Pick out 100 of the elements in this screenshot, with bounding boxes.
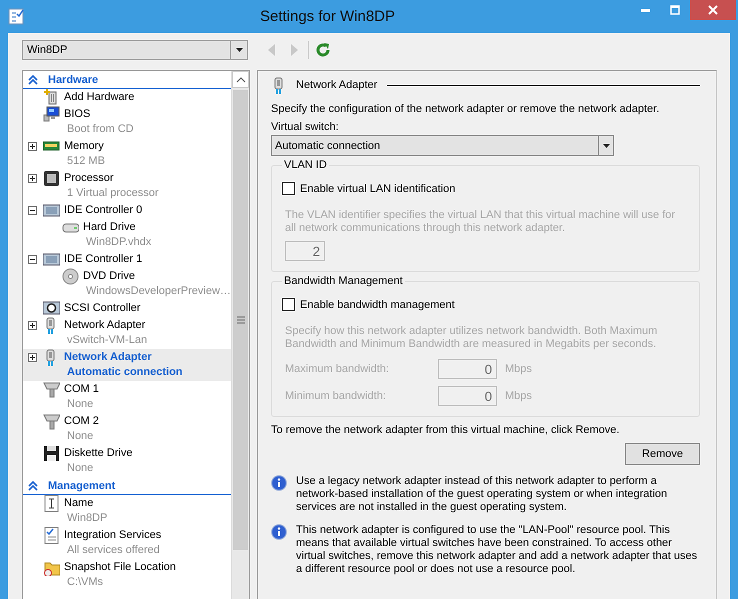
info-text: Use a legacy network adapter instead of this network adapter to perform a network-based installation of the guest operating system or when integration services are not installed in the guest operating system.: [296, 475, 668, 514]
tree-item[interactable]: Processor 1 Virtual processor: [23, 170, 231, 202]
expand-icon[interactable]: [28, 142, 37, 151]
remove-button[interactable]: Remove: [625, 443, 700, 465]
unit-label: Mbps: [505, 390, 532, 402]
vm-selector[interactable]: Win8DP: [22, 40, 248, 60]
item-name: Diskette Drive: [64, 446, 132, 461]
item-name: COM 2: [64, 414, 99, 429]
item-detail: None: [66, 397, 94, 412]
collapse-icon[interactable]: [28, 206, 37, 215]
tree-item[interactable]: Name Win8DP: [23, 495, 231, 527]
maximize-icon: [669, 4, 681, 16]
item-name: SCSI Controller: [64, 301, 140, 316]
tree-item[interactable]: COM 2 None: [23, 413, 231, 445]
tree-item[interactable]: Integration Services All services offered: [23, 527, 231, 559]
serial-port-icon: [43, 381, 60, 398]
scrollbar-thumb[interactable]: [233, 90, 248, 550]
virtual-switch-dropdown[interactable]: Automatic connection: [271, 135, 614, 156]
close-icon: [707, 4, 719, 16]
controller-icon: [43, 251, 60, 268]
checkbox[interactable]: [282, 298, 295, 311]
item-detail: Automatic connection: [66, 365, 183, 380]
tree-item[interactable]: Network Adapter Automatic connection: [23, 349, 231, 381]
item-detail: C:\VMs: [66, 575, 104, 590]
expand-icon[interactable]: [28, 174, 37, 183]
refresh-button[interactable]: [315, 41, 331, 59]
item-detail: WindowsDeveloperPreview…: [85, 284, 231, 299]
item-name: BIOS: [64, 107, 92, 122]
dropdown-arrow-icon: [236, 48, 242, 52]
computer-icon: [43, 106, 60, 123]
scroll-up-button[interactable]: [232, 71, 249, 88]
item-name: Network Adapter: [64, 350, 153, 365]
controller-icon: [43, 300, 60, 317]
item-name: Snapshot File Location: [64, 560, 176, 575]
tree-item[interactable]: IDE Controller 1: [23, 251, 231, 268]
field-label: Virtual switch:: [271, 121, 340, 133]
window-title: Settings for Win8DP: [258, 8, 396, 25]
checkbox-label: Enable virtual LAN identification: [300, 182, 456, 194]
info-icon: [271, 475, 287, 491]
item-name: Processor: [64, 171, 115, 186]
close-button[interactable]: [690, 0, 736, 20]
checklist-icon: [43, 527, 60, 544]
item-name: Integration Services: [64, 528, 162, 543]
refresh-icon: [315, 42, 331, 58]
tree-item[interactable]: BIOS Boot from CD: [23, 106, 231, 138]
text-cursor-icon: [43, 495, 60, 512]
description-text: Specify the configuration of the network adapter or remove the network adapter.: [271, 103, 660, 115]
controller-icon: [43, 202, 60, 219]
item-name: COM 1: [64, 382, 99, 397]
group-title: Bandwidth Management: [282, 274, 405, 288]
section-heading: Network Adapter: [296, 79, 378, 91]
hint-text: Specify how this network adapter utilizes network bandwidth. Both Maximum Bandwidth and Minimum Bandwidth are measured in Megabits per seconds.: [285, 325, 658, 351]
checkbox[interactable]: [282, 182, 295, 195]
collapse-section-icon[interactable]: [28, 75, 38, 85]
item-name: Memory: [64, 139, 105, 154]
item-name: DVD Drive: [83, 269, 136, 284]
hint-text: The VLAN identifier specifies the virtual LAN that this virtual machine will use for all network communications through this network adapter.: [285, 209, 676, 235]
serial-port-icon: [43, 413, 60, 430]
item-detail: All services offered: [66, 543, 161, 558]
item-detail: vSwitch-VM-Lan: [66, 333, 148, 348]
unit-label: Mbps: [505, 363, 532, 375]
info-text: This network adapter is configured to use the "LAN-Pool" resource pool. This means that available virtual switches have been constrained. To access other virtual switches, remove this network adapter and add a network adapter that uses a different resource pool or does not use a resource pool.: [296, 524, 698, 576]
chip-icon: [43, 170, 60, 187]
tree-item[interactable]: Add Hardware: [23, 89, 231, 106]
expand-icon[interactable]: [28, 353, 37, 362]
settings-app-icon: [8, 8, 25, 25]
section-title: Management: [48, 480, 116, 492]
field-label: Maximum bandwidth:: [285, 363, 390, 375]
item-name: IDE Controller 0: [64, 203, 142, 218]
tree-item[interactable]: Hard Drive Win8DP.vhdx: [23, 219, 231, 251]
section-title: Hardware: [48, 74, 98, 86]
tree-item[interactable]: Snapshot File Location C:\VMs: [23, 559, 231, 591]
item-detail: Win8DP.vhdx: [85, 235, 152, 250]
collapse-section-icon[interactable]: [28, 481, 38, 491]
item-detail: Boot from CD: [66, 122, 134, 137]
item-detail: None: [66, 461, 94, 476]
tree-item[interactable]: SCSI Controller: [23, 300, 231, 317]
tree-item[interactable]: Diskette Drive None: [23, 445, 231, 477]
checkbox-label: Enable bandwidth management: [300, 298, 455, 310]
item-detail: 1 Virtual processor: [66, 186, 159, 201]
disc-icon: [62, 268, 79, 285]
instruction-text: To remove the network adapter from this virtual machine, click Remove.: [271, 424, 620, 436]
item-name: IDE Controller 1: [64, 252, 142, 267]
info-icon: [271, 524, 287, 540]
item-name: Network Adapter: [64, 318, 146, 333]
item-name: Name: [64, 496, 94, 511]
item-name: Add Hardware: [64, 90, 134, 105]
tree-item[interactable]: Memory 512 MB: [23, 138, 231, 170]
tree-item[interactable]: IDE Controller 0: [23, 202, 231, 219]
expand-icon[interactable]: [28, 321, 37, 330]
dropdown-arrow-icon: [602, 144, 610, 148]
tree-item[interactable]: Network Adapter vSwitch-VM-Lan: [23, 317, 231, 349]
tree-item[interactable]: DVD Drive WindowsDeveloperPreview…: [23, 268, 231, 300]
item-detail: Win8DP: [66, 511, 108, 526]
collapse-icon[interactable]: [28, 255, 37, 264]
field-label: Minimum bandwidth:: [285, 390, 387, 402]
item-detail: 512 MB: [66, 154, 105, 169]
item-detail: None: [66, 429, 94, 444]
tree-item[interactable]: COM 1 None: [23, 381, 231, 413]
item-name: Hard Drive: [83, 220, 137, 235]
